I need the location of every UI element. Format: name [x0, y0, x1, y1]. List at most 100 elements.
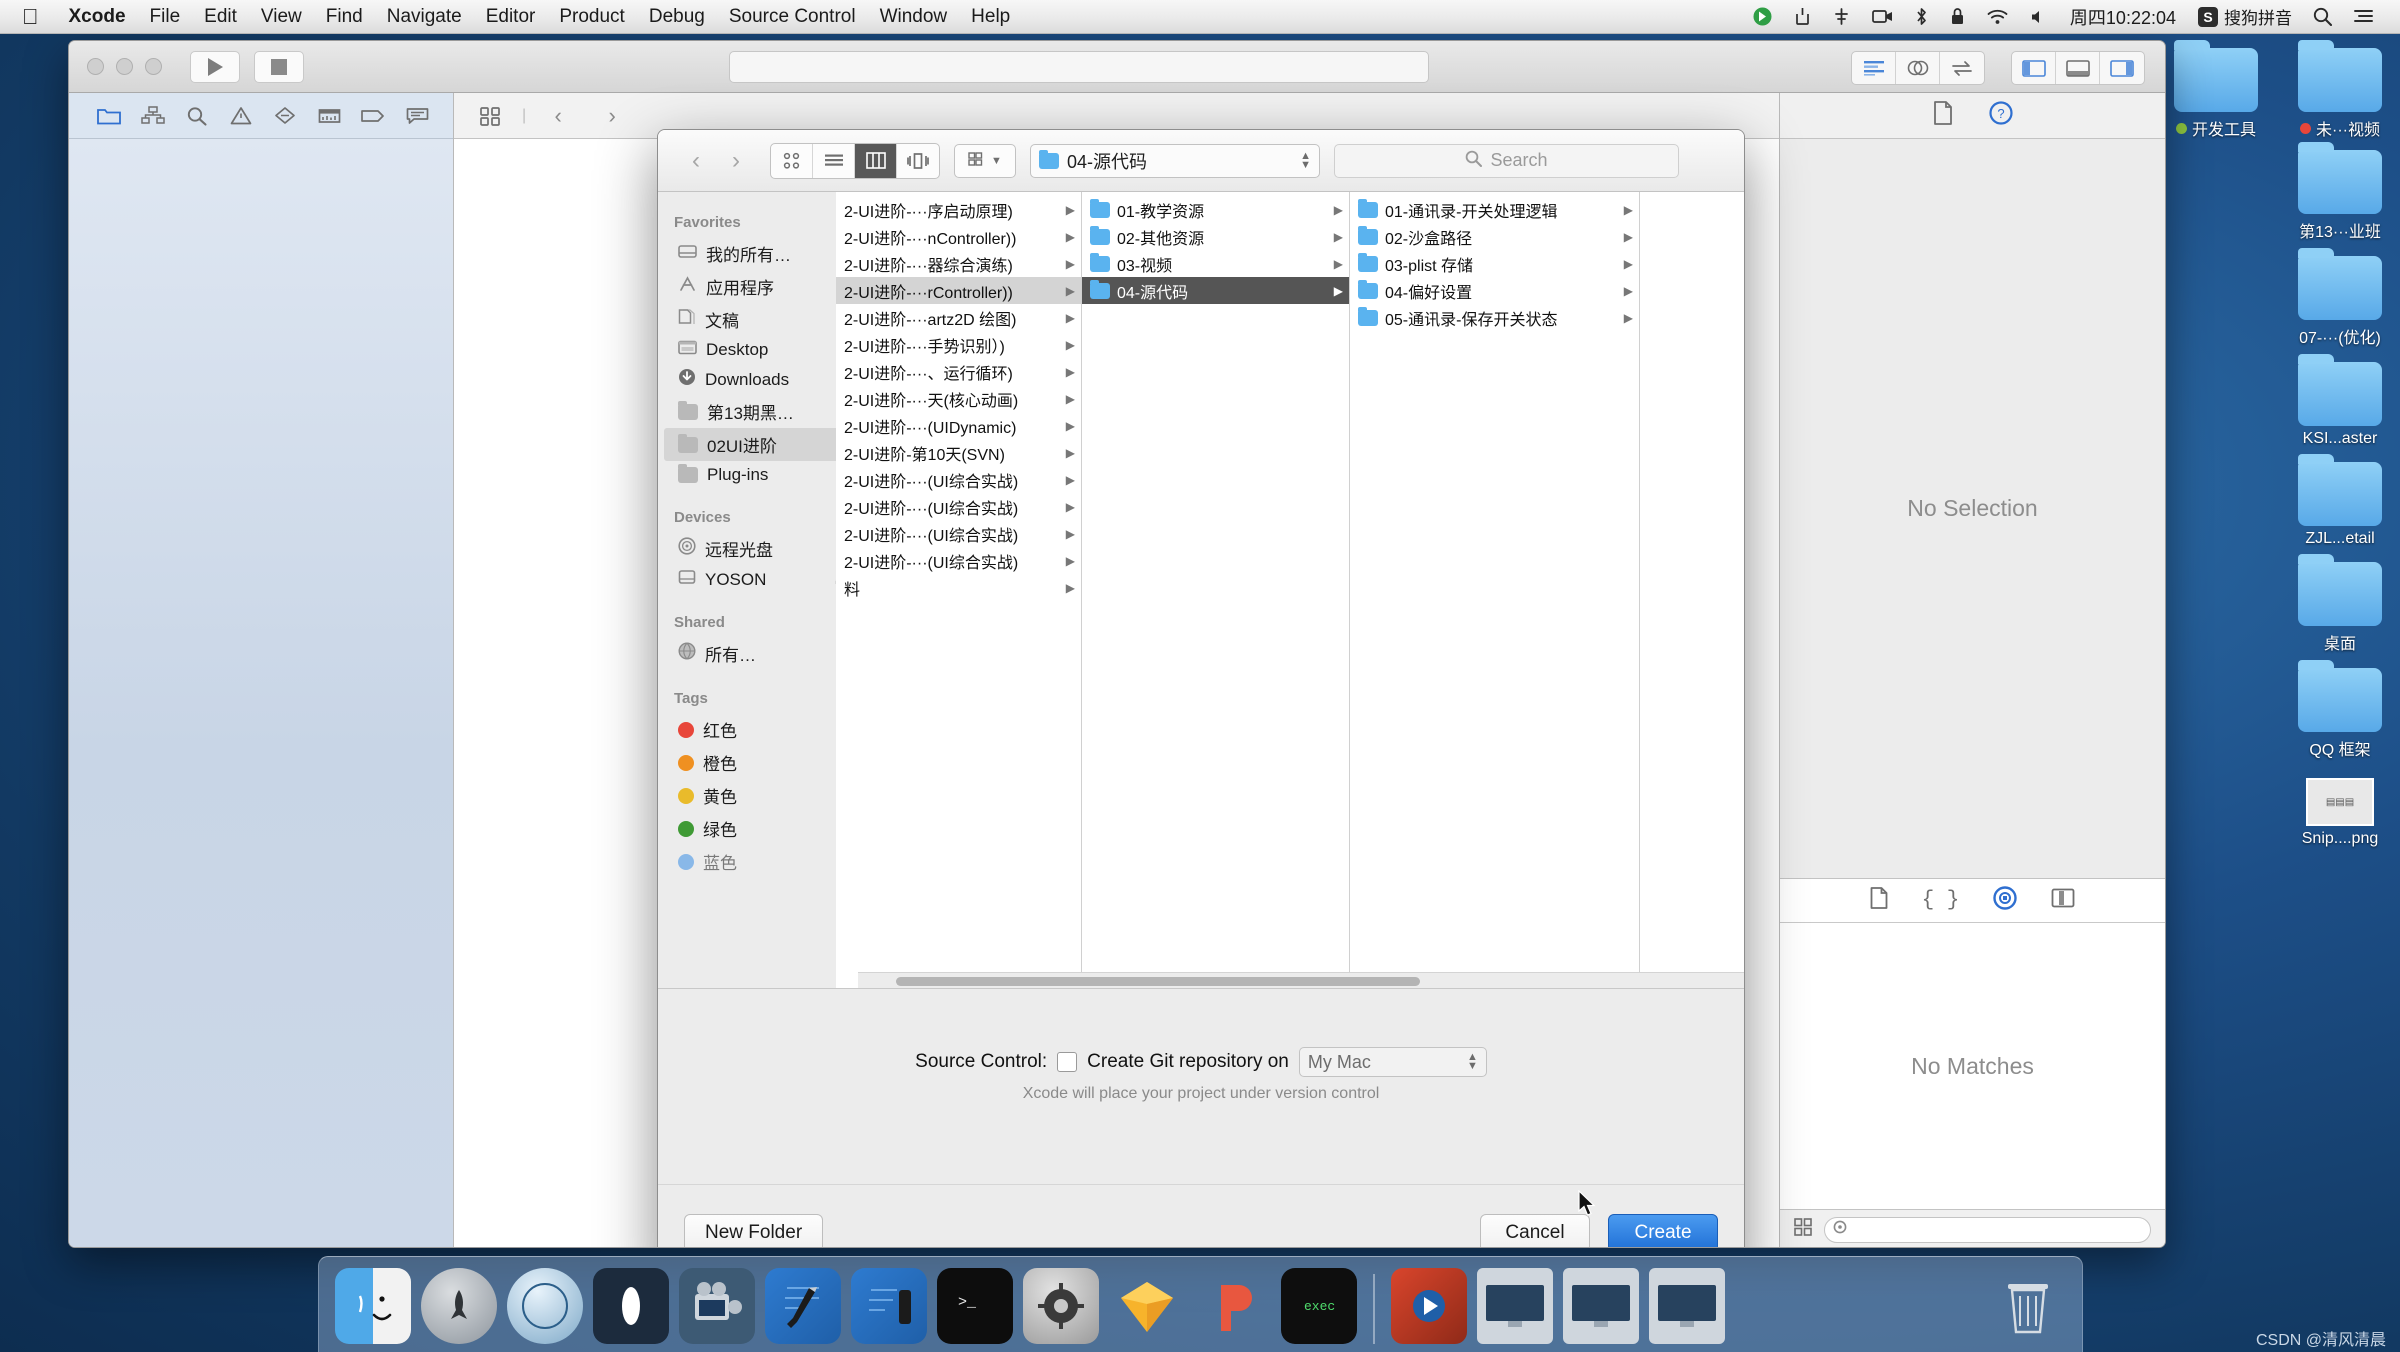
test-navigator-icon[interactable] [263, 100, 307, 132]
lock-icon[interactable] [1939, 7, 1976, 26]
list-item[interactable]: 2-UI进阶-···rController)) ▶ [836, 277, 1081, 304]
dock-item-launchpad[interactable] [421, 1268, 497, 1344]
standard-editor-icon[interactable] [1852, 52, 1896, 84]
editor-mode-segmented-control[interactable] [1851, 51, 1985, 85]
list-item[interactable]: 05-通讯录-保存开关状态 ▶ [1350, 304, 1639, 331]
list-item[interactable]: 01-通讯录-开关处理逻辑 ▶ [1350, 196, 1639, 223]
dock-item-sketch[interactable] [1109, 1268, 1185, 1344]
breakpoint-navigator-icon[interactable] [351, 100, 395, 132]
menu-item-debug[interactable]: Debug [637, 6, 717, 28]
notification-center-icon[interactable] [2343, 9, 2384, 25]
sidebar-item-applications[interactable]: 应用程序 [658, 270, 857, 303]
dock-item-xcode-beta[interactable] [851, 1268, 927, 1344]
find-navigator-icon[interactable] [175, 100, 219, 132]
screen-recording-icon[interactable] [1861, 9, 1904, 24]
stop-button[interactable] [254, 50, 304, 83]
stepper-icon[interactable]: ▲ ▼ [1300, 150, 1311, 170]
sidebar-item-desktop[interactable]: Desktop [658, 336, 857, 364]
input-method-indicator[interactable]: S 搜狗拼音 [2188, 4, 2302, 29]
dock-item-quicktime[interactable] [679, 1268, 755, 1344]
menu-item-product[interactable]: Product [547, 6, 636, 28]
sidebar-item-folder-13[interactable]: 第13期黑… [658, 395, 857, 428]
browser-horizontal-scrollbar[interactable] [858, 972, 1744, 988]
back-chevron-icon[interactable]: ‹ [676, 143, 716, 179]
library-filter-input[interactable] [1824, 1216, 2151, 1243]
sidebar-item-plugins[interactable]: Plug-ins [658, 461, 857, 489]
view-toggles-segmented-control[interactable] [2011, 51, 2145, 85]
dock-item-finder[interactable] [335, 1268, 411, 1344]
list-item[interactable]: 2-UI进阶-···器综合演练) ▶ [836, 250, 1081, 277]
desktop-icon[interactable]: 未···视频 [2288, 40, 2392, 140]
code-snippet-library-icon[interactable]: { } [1922, 889, 1960, 912]
desktop-icon[interactable]: 第13···业班 [2288, 142, 2392, 242]
list-item[interactable]: 03-plist 存储 ▶ [1350, 250, 1639, 277]
media-library-icon[interactable] [2051, 888, 2075, 913]
dock-item-safari[interactable] [507, 1268, 583, 1344]
version-editor-icon[interactable] [1940, 52, 1984, 84]
list-item[interactable]: 03-视频 ▶ [1082, 250, 1349, 277]
desktop-icon[interactable]: KSI...aster [2288, 354, 2392, 448]
run-button[interactable] [190, 50, 240, 83]
symbol-navigator-icon[interactable] [131, 100, 175, 132]
menu-bar-clock[interactable]: 周四10:22:04 [2058, 4, 2188, 30]
assistant-editor-icon[interactable] [1896, 52, 1940, 84]
dock-item-trash[interactable] [1990, 1268, 2066, 1344]
project-navigator-icon[interactable] [87, 100, 131, 132]
dropbox-icon[interactable] [1742, 7, 1783, 26]
dock-item-system-preferences[interactable] [1023, 1268, 1099, 1344]
list-item[interactable]: 2-UI进阶-···nController)) ▶ [836, 223, 1081, 250]
library-selector-bar[interactable]: { } [1780, 879, 2165, 923]
dock-item-exec-app[interactable]: exec [1281, 1268, 1357, 1344]
sidebar-item-tag-red[interactable]: 红色 [658, 713, 857, 746]
sidebar-item-remote-disc[interactable]: 远程光盘 [658, 532, 857, 565]
sidebar-item-documents[interactable]: 文稿 [658, 303, 857, 336]
zoom-button[interactable] [145, 58, 162, 75]
grid-view-icon[interactable] [1794, 1218, 1812, 1241]
list-item[interactable]: 2-UI进阶-···(UI综合实战) ▶ [836, 520, 1081, 547]
list-item[interactable]: 02-其他资源 ▶ [1082, 223, 1349, 250]
sidebar-item-tag-yellow[interactable]: 黄色 [658, 779, 857, 812]
desktop-icon[interactable]: ZJL...etail [2288, 454, 2392, 548]
report-navigator-icon[interactable] [395, 100, 439, 132]
view-mode-segmented-control[interactable] [770, 142, 940, 179]
scrollbar-thumb[interactable] [896, 977, 1420, 986]
dock-item-xcode[interactable] [765, 1268, 841, 1344]
desktop-icon[interactable]: 桌面 [2288, 554, 2392, 654]
create-git-repository-checkbox[interactable] [1057, 1052, 1078, 1072]
menu-item-edit[interactable]: Edit [192, 6, 249, 28]
coverflow-view-icon[interactable] [897, 144, 939, 178]
hide-utilities-icon[interactable] [2100, 52, 2144, 84]
create-button[interactable]: Create [1608, 1213, 1718, 1247]
new-folder-button[interactable]: New Folder [684, 1213, 824, 1247]
wifi-icon[interactable] [1976, 9, 2019, 25]
related-items-icon[interactable] [468, 100, 512, 132]
sidebar-item-tag-blue[interactable]: 蓝色 [658, 845, 857, 878]
list-item[interactable]: 2-UI进阶-···(UIDynamic) ▶ [836, 412, 1081, 439]
list-item[interactable]: 2-UI进阶-···(UI综合实战) ▶ [836, 493, 1081, 520]
desktop-icon[interactable]: 开发工具 [2164, 40, 2268, 140]
sidebar-item-tag-orange[interactable]: 橙色 [658, 746, 857, 779]
list-item[interactable]: 02-沙盒路径 ▶ [1350, 223, 1639, 250]
menu-item-editor[interactable]: Editor [474, 6, 548, 28]
arrange-by-button[interactable]: ▼ [954, 143, 1016, 178]
list-item[interactable]: 2-UI进阶-···、运行循环) ▶ [836, 358, 1081, 385]
desktop-icon[interactable]: 07-···(优化) [2288, 248, 2392, 348]
desktop-icon[interactable]: ▤▤▤ Snip....png [2288, 772, 2392, 848]
menu-item-help[interactable]: Help [959, 6, 1022, 28]
hide-navigator-icon[interactable] [2012, 52, 2056, 84]
git-destination-popup[interactable]: My Mac ▲ ▼ [1298, 1047, 1487, 1077]
search-input[interactable]: Search [1334, 143, 1679, 178]
window-traffic-lights[interactable] [87, 58, 162, 75]
icon-view-icon[interactable] [771, 143, 813, 178]
menu-item-find[interactable]: Find [314, 6, 375, 28]
list-item[interactable]: 2-UI进阶-···(UI综合实战) ▶ [836, 466, 1081, 493]
list-item[interactable]: 04-偏好设置 ▶ [1350, 277, 1639, 304]
list-item[interactable]: 2-UI进阶-···序启动原理) ▶ [836, 196, 1081, 223]
list-item[interactable]: 2-UI进阶-···手势识别）) ▶ [836, 331, 1081, 358]
object-library-icon[interactable] [1993, 886, 2018, 915]
path-popup-button[interactable]: 04-源代码 ▲ ▼ [1030, 143, 1320, 178]
menu-item-xcode[interactable]: Xcode [57, 6, 138, 28]
forward-chevron-icon[interactable]: › [716, 143, 756, 179]
close-button[interactable] [87, 58, 104, 75]
cancel-button[interactable]: Cancel [1480, 1213, 1590, 1247]
